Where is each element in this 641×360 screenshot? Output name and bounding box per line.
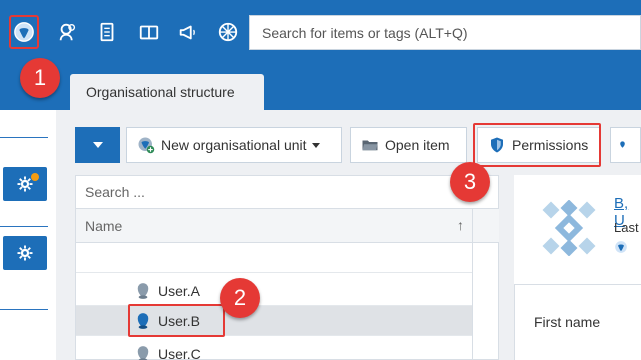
- divider: [0, 226, 48, 227]
- notification-dot: [31, 173, 39, 181]
- gear-icon: [17, 245, 33, 261]
- open-item-label: Open item: [385, 137, 450, 153]
- settings-button[interactable]: [3, 167, 47, 201]
- book-icon[interactable]: [134, 15, 164, 49]
- caret-down-icon: [311, 142, 320, 148]
- column-name-label: Name: [85, 217, 123, 234]
- new-organisational-unit-label: New organisational unit: [161, 137, 307, 153]
- tab-organisational-structure[interactable]: Organisational structure: [70, 74, 264, 110]
- view-dropdown-button[interactable]: [75, 127, 120, 163]
- avatar: [541, 200, 597, 256]
- list-item-user-c[interactable]: User.C: [76, 339, 472, 360]
- chevron-down-icon: [92, 142, 103, 148]
- user-icon: [137, 282, 149, 299]
- user-icon: [620, 141, 625, 148]
- global-search-input[interactable]: Search for items or tags (ALT+Q): [249, 15, 641, 50]
- sort-arrow-icon[interactable]: ↑: [457, 217, 464, 233]
- first-name-label: First name: [534, 314, 601, 330]
- org-structure-icon: [615, 241, 627, 253]
- megaphone-icon[interactable]: [173, 15, 203, 49]
- divider: [0, 309, 48, 310]
- callout-3: 3: [450, 162, 490, 202]
- tab-label: Organisational structure: [86, 84, 235, 100]
- open-item-button[interactable]: Open item: [350, 127, 467, 163]
- global-search-placeholder: Search for items or tags (ALT+Q): [262, 24, 468, 41]
- users-icon[interactable]: [53, 15, 83, 49]
- new-organisational-unit-button[interactable]: New organisational unit: [126, 127, 342, 163]
- divider: [0, 137, 48, 138]
- org-unit-add-icon: [138, 137, 155, 154]
- more-toolbar-button[interactable]: [610, 127, 641, 163]
- list-item[interactable]: [76, 243, 472, 273]
- user-b-highlight: [128, 304, 225, 337]
- permissions-highlight: [473, 123, 601, 167]
- detail-subtitle: Last: [614, 220, 639, 235]
- org-structure-icon[interactable]: [9, 15, 39, 49]
- document-icon[interactable]: [92, 15, 122, 49]
- list-item-label: User.C: [158, 345, 201, 360]
- list-search-placeholder: Search ...: [85, 184, 145, 200]
- folder-open-icon: [362, 140, 378, 151]
- list-column-header[interactable]: Name ↑: [76, 209, 499, 243]
- callout-1: 1: [20, 58, 60, 98]
- snowflake-icon[interactable]: [213, 15, 243, 49]
- list-search-input[interactable]: Search ...: [76, 176, 499, 209]
- list-item-label: User.A: [158, 282, 201, 299]
- settings-button[interactable]: [3, 236, 47, 270]
- top-navigation-bar: Search for items or tags (ALT+Q): [0, 0, 641, 68]
- list-item-user-a[interactable]: User.A: [76, 276, 472, 306]
- column-divider: [472, 209, 473, 360]
- user-icon: [137, 345, 149, 360]
- callout-2: 2: [220, 278, 260, 318]
- left-panel: [0, 110, 56, 360]
